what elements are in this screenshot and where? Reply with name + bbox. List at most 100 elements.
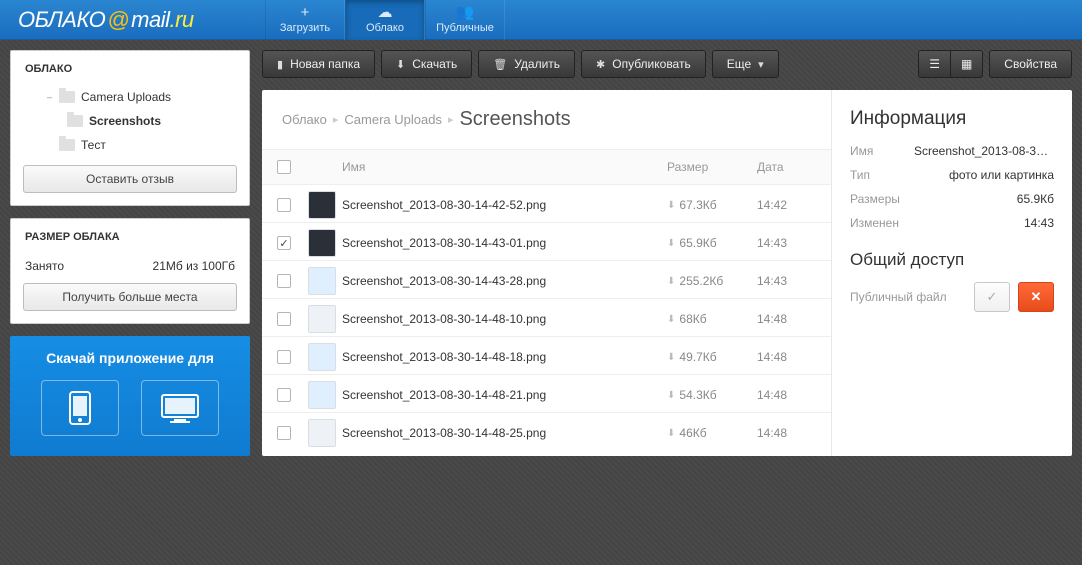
info-size-key: Размеры (850, 192, 900, 206)
table-row[interactable]: Screenshot_2013-08-30-14-48-21.png⬇54.3К… (262, 374, 831, 412)
info-title: Информация (850, 108, 1054, 130)
logo[interactable]: ОБЛАКО@mail.ru (0, 0, 265, 40)
more-button[interactable]: Еще ▾ (712, 50, 779, 78)
toolbar: ▮ Новая папка ⬇ Скачать 🗑 Удалить ✱ Опуб… (262, 50, 1072, 78)
info-size-value: 65.9Кб (1017, 192, 1054, 206)
close-icon: ✕ (1031, 289, 1042, 305)
people-icon: 👥 (456, 6, 475, 20)
row-checkbox[interactable] (277, 274, 291, 288)
share-unlock-button[interactable]: ✓ (974, 282, 1010, 312)
trash-icon: 🗑 (493, 58, 507, 71)
table-row[interactable]: ✓ Screenshot_2013-08-30-14-43-01.png⬇ 65.9… (262, 222, 831, 260)
row-checkbox[interactable] (277, 388, 291, 402)
nav-upload[interactable]: + Загрузить (265, 0, 345, 40)
folder-icon (59, 91, 75, 103)
cloud-icon: ☁ (378, 6, 393, 20)
chevron-right-icon: ▸ (448, 113, 454, 126)
info-type-key: Тип (850, 168, 870, 182)
btn-label: Опубликовать (612, 57, 690, 71)
chevron-down-icon: ▾ (758, 58, 764, 71)
disclosure-icon: – (47, 92, 57, 102)
share-label: Публичный файл (850, 290, 966, 304)
top-nav: + Загрузить ☁ Облако 👥 Публичные (265, 0, 505, 40)
promo-title: Скачай приложение для (20, 350, 240, 366)
col-date[interactable]: Дата (757, 160, 827, 174)
row-checkbox[interactable] (277, 198, 291, 212)
folder-tree: – Camera Uploads Screenshots Тест (11, 85, 249, 165)
row-checkbox[interactable] (277, 426, 291, 440)
file-date: 14:48 (757, 388, 827, 402)
download-button[interactable]: ⬇ Скачать (381, 50, 472, 78)
col-size[interactable]: Размер (667, 160, 757, 174)
table-row[interactable]: Screenshot_2013-08-30-14-48-25.png⬇46Кб1… (262, 412, 831, 450)
table-row[interactable]: Screenshot_2013-08-30-14-48-18.png⬇49.7К… (262, 336, 831, 374)
row-checkbox[interactable] (277, 312, 291, 326)
main-area: ▮ Новая папка ⬇ Скачать 🗑 Удалить ✱ Опуб… (262, 50, 1072, 456)
table-row[interactable]: Screenshot_2013-08-30-14-43-28.png⬇255.2… (262, 260, 831, 298)
file-thumbnail (308, 267, 336, 295)
file-size: 67.3Кб (679, 198, 716, 212)
logo-at: @ (107, 7, 129, 33)
nav-upload-label: Загрузить (280, 22, 330, 34)
delete-button[interactable]: 🗑 Удалить (478, 50, 575, 78)
download-icon: ⬇ (667, 238, 675, 249)
download-icon: ⬇ (667, 276, 675, 287)
btn-label: Удалить (514, 57, 560, 71)
tree-title: ОБЛАКО (11, 51, 249, 85)
get-more-space-button[interactable]: Получить больше места (23, 283, 237, 311)
crumb-current: Screenshots (459, 108, 570, 131)
nav-public[interactable]: 👥 Публичные (425, 0, 505, 40)
promo-mobile[interactable] (41, 380, 119, 436)
grid-view-button[interactable]: ▦ (950, 50, 983, 78)
file-table: Имя Размер Дата Screenshot_2013-08-30-14… (262, 149, 831, 450)
logo-oblako: ОБЛАКО (18, 7, 105, 33)
info-name-key: Имя (850, 144, 873, 158)
download-icon: ⬇ (667, 200, 675, 211)
nav-cloud[interactable]: ☁ Облако (345, 0, 425, 40)
tree-item-screenshots[interactable]: Screenshots (19, 109, 241, 133)
publish-button[interactable]: ✱ Опубликовать (581, 50, 706, 78)
file-size: 65.9Кб (679, 236, 716, 250)
file-area: Облако ▸ Camera Uploads ▸ Screenshots Им… (262, 90, 832, 456)
info-name-value: Screenshot_2013-08-30-14-4... (914, 144, 1054, 158)
info-pane: Информация Имя Screenshot_2013-08-30-14-4… (832, 90, 1072, 456)
crumb[interactable]: Camera Uploads (344, 112, 442, 127)
tree-label: Screenshots (89, 114, 161, 128)
table-row[interactable]: Screenshot_2013-08-30-14-42-52.png⬇ 67.3К… (262, 184, 831, 222)
folder-icon: ▮ (277, 58, 283, 71)
promo-desktop[interactable] (141, 380, 219, 436)
table-header: Имя Размер Дата (262, 149, 831, 184)
file-date: 14:42 (757, 198, 827, 212)
sidebar: ОБЛАКО – Camera Uploads Screenshots Тест… (10, 50, 250, 456)
monitor-icon (160, 393, 200, 423)
file-name: Screenshot_2013-08-30-14-48-25.png (342, 426, 667, 440)
col-name[interactable]: Имя (342, 160, 667, 174)
share-title: Общий доступ (850, 250, 1054, 270)
row-checkbox[interactable] (277, 350, 291, 364)
file-name: Screenshot_2013-08-30-14-42-52.png (342, 198, 667, 212)
file-size: 49.7Кб (679, 350, 716, 364)
file-date: 14:43 (757, 274, 827, 288)
tree-item-test[interactable]: Тест (19, 133, 241, 157)
feedback-button[interactable]: Оставить отзыв (23, 165, 237, 193)
select-all-checkbox[interactable] (277, 160, 291, 174)
tree-label: Camera Uploads (81, 90, 171, 104)
table-row[interactable]: Screenshot_2013-08-30-14-48-10.png⬇68Кб1… (262, 298, 831, 336)
tree-item-camera-uploads[interactable]: – Camera Uploads (19, 85, 241, 109)
crumb[interactable]: Облако (282, 112, 327, 127)
chevron-right-icon: ▸ (333, 113, 339, 126)
download-icon: ⬇ (667, 428, 675, 439)
download-icon: ⬇ (667, 390, 675, 401)
new-folder-button[interactable]: ▮ Новая папка (262, 50, 375, 78)
download-icon: ⬇ (667, 352, 675, 363)
properties-button[interactable]: Свойства (989, 50, 1072, 78)
nav-cloud-label: Облако (366, 22, 404, 34)
file-name: Screenshot_2013-08-30-14-43-01.png (342, 236, 667, 250)
share-lock-button[interactable]: ✕ (1018, 282, 1054, 312)
download-icon: ⬇ (667, 314, 675, 325)
content: Облако ▸ Camera Uploads ▸ Screenshots Им… (262, 90, 1072, 456)
row-checkbox[interactable]: ✓ (277, 236, 291, 250)
file-date: 14:48 (757, 350, 827, 364)
list-view-button[interactable]: ☰ (918, 50, 950, 78)
btn-label: Свойства (1004, 57, 1057, 71)
